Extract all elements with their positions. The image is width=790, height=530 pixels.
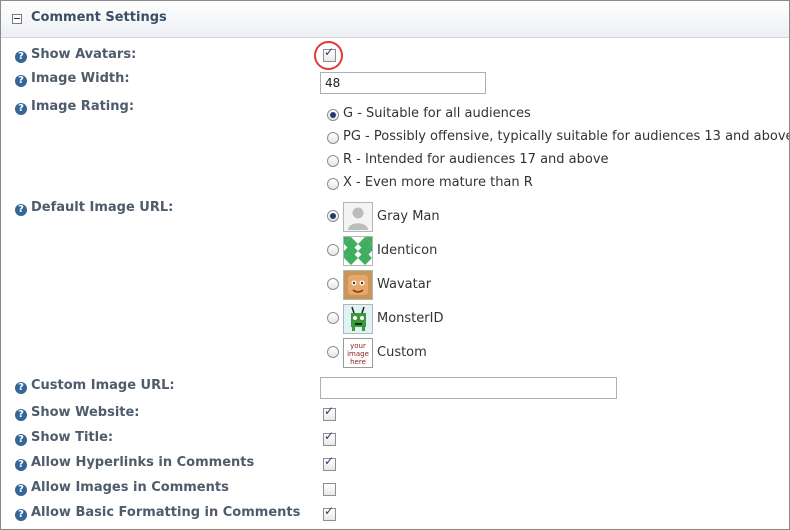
help-icon[interactable]: ?	[15, 434, 27, 446]
default-image-url-label: ? Default Image URL:	[15, 199, 173, 217]
custom-radio[interactable]	[327, 346, 339, 358]
identicon-radio[interactable]	[327, 244, 339, 256]
help-icon[interactable]: ?	[15, 51, 27, 63]
custom-avatar-text: your image here	[347, 342, 369, 366]
custom-image-url-input[interactable]	[320, 377, 617, 399]
rating-r-radio[interactable]	[327, 155, 339, 167]
show-title-label: ? Show Title:	[15, 429, 113, 447]
allow-images-checkbox[interactable]: ✓	[323, 483, 336, 496]
rating-option-label: G - Suitable for all audiences	[343, 106, 531, 121]
monsterid-avatar-icon	[343, 304, 373, 334]
gray-man-label: Gray Man	[377, 209, 440, 224]
identicon-label: Identicon	[377, 243, 438, 258]
identicon-avatar-icon	[343, 236, 373, 266]
allow-hyperlinks-checkbox[interactable]: ✓	[323, 454, 336, 471]
custom-image-url-label: ? Custom Image URL:	[15, 377, 175, 395]
allow-hyperlinks-label: ? Allow Hyperlinks in Comments	[15, 454, 254, 472]
gray-man-radio[interactable]	[327, 210, 339, 222]
rating-option-label: X - Even more mature than R	[343, 175, 533, 190]
image-width-input[interactable]	[320, 72, 486, 94]
help-icon[interactable]: ?	[15, 409, 27, 421]
help-icon[interactable]: ?	[15, 459, 27, 471]
wavatar-avatar-icon	[343, 270, 373, 300]
rating-pg-radio[interactable]	[327, 132, 339, 144]
allow-basic-formatting-checkbox[interactable]: ✓	[323, 504, 336, 521]
wavatar-radio[interactable]	[327, 278, 339, 290]
monsterid-radio[interactable]	[327, 312, 339, 324]
help-icon[interactable]: ?	[15, 509, 27, 521]
rating-option-label: PG - Possibly offensive, typically suita…	[343, 129, 790, 144]
help-icon[interactable]: ?	[15, 484, 27, 496]
show-website-checkbox[interactable]: ✓	[323, 404, 336, 421]
help-icon[interactable]: ?	[15, 382, 27, 394]
allow-basic-formatting-label: ? Allow Basic Formatting in Comments	[15, 504, 300, 522]
show-avatars-label: ? Show Avatars:	[15, 46, 136, 64]
image-width-label: ? Image Width:	[15, 70, 130, 88]
rating-x-radio[interactable]	[327, 178, 339, 190]
show-title-checkbox[interactable]: ✓	[323, 429, 336, 446]
help-icon[interactable]: ?	[15, 204, 27, 216]
image-rating-label: ? Image Rating:	[15, 98, 134, 116]
custom-avatar-icon: your image here	[343, 338, 373, 368]
help-icon[interactable]: ?	[15, 75, 27, 87]
highlight-circle	[314, 41, 343, 70]
monsterid-label: MonsterID	[377, 311, 444, 326]
show-website-label: ? Show Website:	[15, 404, 140, 422]
custom-label: Custom	[377, 345, 427, 360]
wavatar-label: Wavatar	[377, 277, 432, 292]
help-icon[interactable]: ?	[15, 103, 27, 115]
rating-option-label: R - Intended for audiences 17 and above	[343, 152, 609, 167]
panel-title: Comment Settings	[31, 10, 167, 25]
collapse-icon[interactable]	[12, 14, 22, 24]
gray-man-avatar-icon	[343, 202, 373, 232]
panel-header[interactable]: Comment Settings	[1, 1, 789, 38]
rating-g-radio[interactable]	[327, 109, 339, 121]
comment-settings-panel: Comment Settings ? Show Avatars: ✓ ? Image…	[0, 0, 790, 530]
allow-images-label: ? Allow Images in Comments	[15, 479, 229, 497]
